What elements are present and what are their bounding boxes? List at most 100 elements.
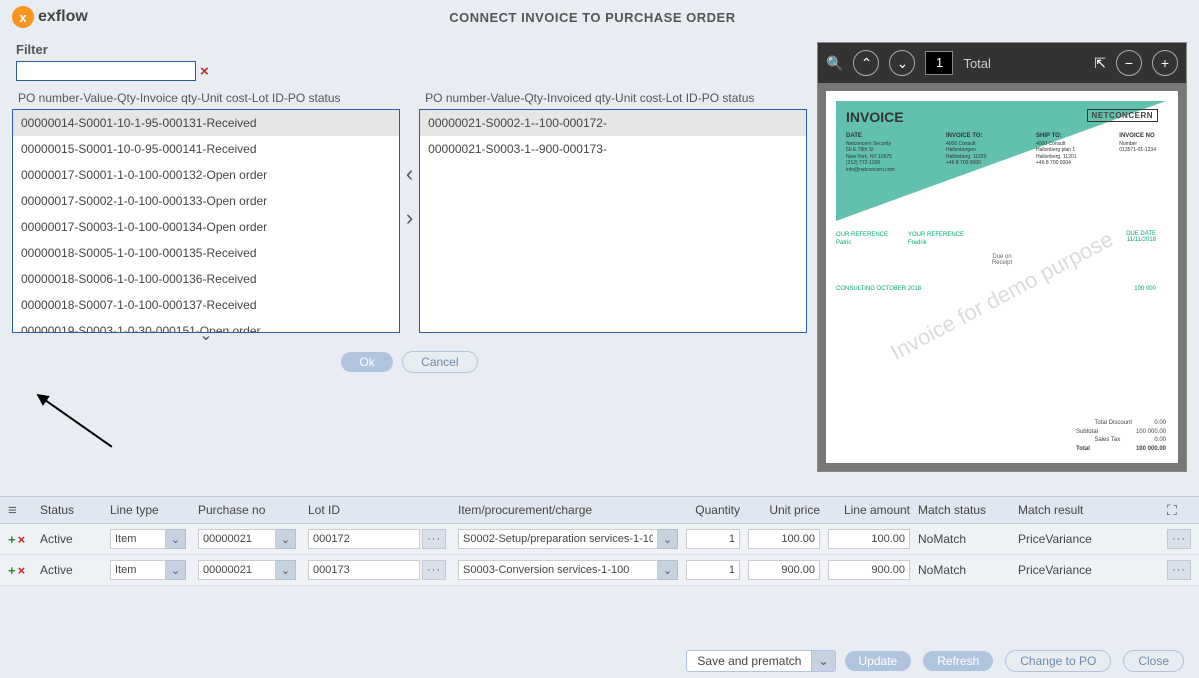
line-amount-input[interactable] [828,529,910,549]
open-external-icon[interactable]: ⇱ [1094,55,1106,72]
list-item[interactable]: 00000021-S0003-1--900-000173- [420,136,806,162]
list-item[interactable]: 00000018-S0006-1-0-100-000136-Received [13,266,399,292]
match-status-cell: NoMatch [914,561,1014,579]
available-po-list[interactable]: 00000014-S0001-10-1-95-000131-Received00… [12,109,400,333]
brand-logo: x exflow [12,6,88,28]
add-row-icon[interactable]: + [8,563,16,578]
lot-lookup-icon[interactable]: ··· [422,560,446,580]
col-lot-id[interactable]: Lot ID [304,501,454,519]
list-item[interactable]: 00000021-S0002-1--100-000172- [420,110,806,136]
search-icon[interactable]: 🔍 [826,55,843,72]
left-list-header: PO number-Value-Qty-Invoice qty-Unit cos… [18,91,400,105]
consulting-line: CONSULTING OCTOBER 2018 [836,286,921,292]
lot-id-input[interactable] [308,529,420,549]
refresh-button[interactable]: Refresh [923,651,993,671]
save-prematch-dropdown-icon[interactable]: ⌄ [811,651,834,671]
selected-po-list[interactable]: 00000021-S0002-1--100-000172-00000021-S0… [419,109,807,333]
our-ref-label: OUR REFERENCE [836,232,888,238]
col-unit-price[interactable]: Unit price [744,501,824,519]
clear-filter-icon[interactable]: × [200,63,209,80]
unit-price-input[interactable] [748,560,820,580]
col-item[interactable]: Item/procurement/charge [454,501,682,519]
col-quantity[interactable]: Quantity [682,501,744,519]
list-item[interactable]: 00000017-S0002-1-0-100-000133-Open order [13,188,399,214]
row-actions-icon[interactable]: ··· [1167,529,1191,549]
delete-row-icon[interactable]: × [18,532,26,547]
list-item[interactable]: 00000017-S0003-1-0-100-000134-Open order [13,214,399,240]
change-to-po-button[interactable]: Change to PO [1005,650,1111,672]
delete-row-icon[interactable]: × [18,563,26,578]
row-actions-icon[interactable]: ··· [1167,560,1191,580]
ok-button[interactable]: Ok [341,352,392,372]
receipt-label: Receipt [992,260,1012,266]
due-date: 11/11/2018 [1127,237,1156,243]
next-match-icon[interactable]: ⌄ [889,50,915,76]
list-item[interactable]: 00000018-S0007-1-0-100-000137-Received [13,292,399,318]
col-status[interactable]: Status [36,501,106,519]
line-type-input[interactable] [110,529,166,549]
prev-match-icon[interactable]: ⌃ [853,50,879,76]
your-ref-label: YOUR REFERENCE [908,232,964,238]
purchase-no-input[interactable] [198,560,276,580]
col-line-type[interactable]: Line type [106,501,194,519]
subtotal-val: 100 000.00 [1136,429,1166,435]
unit-price-input[interactable] [748,529,820,549]
purchase-no-input[interactable] [198,529,276,549]
brand-name: exflow [38,8,88,26]
expand-grid-icon[interactable]: ⛶ [1167,502,1191,519]
col-match-status[interactable]: Match status [914,501,1014,519]
cancel-button[interactable]: Cancel [402,351,477,373]
total-discount-label: Total Discount [1094,419,1154,427]
status-cell: Active [36,530,106,548]
quantity-input[interactable] [686,529,740,549]
pdf-page: INVOICE NETCONCERN DATENetconcern Securi… [826,91,1178,463]
filter-input[interactable] [16,61,196,81]
invoice-preview-panel: 🔍 ⌃ ⌄ Total ⇱ − + INVOICE NETCONCERN DAT… [817,42,1187,472]
invoice-number: Number [1119,141,1137,147]
item-input[interactable] [458,560,658,580]
update-button[interactable]: Update [845,651,912,671]
zoom-out-icon[interactable]: − [1116,50,1142,76]
col-line-amount[interactable]: Line amount [824,501,914,519]
pdf-toolbar: 🔍 ⌃ ⌄ Total ⇱ − + [818,43,1186,83]
col-purchase-no[interactable]: Purchase no [194,501,304,519]
save-and-prematch-label: Save and prematch [697,654,801,668]
total-val: 100 000.00 [1136,446,1166,452]
table-row: +×Active⌄⌄···⌄NoMatchPriceVariance··· [0,555,1199,586]
quantity-input[interactable] [686,560,740,580]
lot-lookup-icon[interactable]: ··· [422,529,446,549]
lot-id-input[interactable] [308,560,420,580]
invoice-title: INVOICE [846,109,904,125]
item-input[interactable] [458,529,658,549]
item-dropdown-icon[interactable]: ⌄ [658,529,678,549]
list-item[interactable]: 00000014-S0001-10-1-95-000131-Received [13,110,399,136]
subtotal-label: Subtotal [1076,428,1136,436]
line-type-dropdown-icon[interactable]: ⌄ [166,529,186,549]
purchase-no-dropdown-icon[interactable]: ⌄ [276,560,296,580]
scroll-more-icon[interactable]: ⌄ [199,327,212,344]
ship-to-label: SHIP TO: [1036,133,1077,141]
logo-mark-icon: x [12,6,34,28]
page-title: CONNECT INVOICE TO PURCHASE ORDER [88,10,1097,25]
move-left-button[interactable]: ‹ [406,161,413,187]
grid-menu-icon[interactable]: ≡ [8,502,36,519]
line-type-input[interactable] [110,560,166,580]
item-dropdown-icon[interactable]: ⌄ [658,560,678,580]
salestax-label: Sales Tax [1094,436,1154,444]
move-right-button[interactable]: › [406,205,413,231]
col-match-result[interactable]: Match result [1014,501,1134,519]
list-item[interactable]: 00000018-S0005-1-0-100-000135-Received [13,240,399,266]
line-amount-input[interactable] [828,560,910,580]
list-item[interactable]: 00000015-S0001-10-0-95-000141-Received [13,136,399,162]
line-type-dropdown-icon[interactable]: ⌄ [166,560,186,580]
add-row-icon[interactable]: + [8,532,16,547]
list-item[interactable]: 00000017-S0001-1-0-100-000132-Open order [13,162,399,188]
purchase-no-dropdown-icon[interactable]: ⌄ [276,529,296,549]
save-and-prematch-button[interactable]: Save and prematch ⌄ [686,650,835,672]
filter-label: Filter [16,42,807,57]
right-list-header: PO number-Value-Qty-Invoiced qty-Unit co… [425,91,807,105]
date-label: DATE [846,133,895,141]
close-button[interactable]: Close [1123,650,1184,672]
zoom-in-icon[interactable]: + [1152,50,1178,76]
pdf-page-input[interactable] [925,51,953,75]
